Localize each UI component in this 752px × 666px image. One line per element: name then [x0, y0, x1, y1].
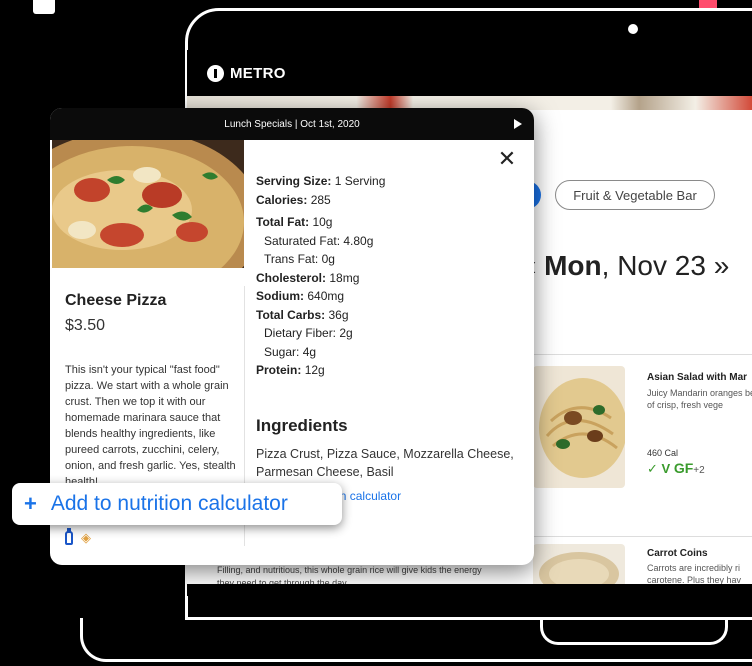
saturated-fat-row: Saturated Fat: 4.80g [264, 233, 374, 248]
sodium-value: 640mg [307, 289, 345, 303]
laptop-notch [540, 618, 728, 645]
total-fat-value: 10g [312, 215, 333, 229]
video-bar[interactable]: Lunch Specials | Oct 1st, 2020 [50, 108, 534, 140]
calories-value: 285 [310, 192, 331, 207]
camera-dot [628, 24, 638, 34]
cholesterol-row: Cholesterol: 18mg [256, 269, 385, 288]
calories-label: Calories: [256, 192, 308, 207]
cholesterol-label: Cholesterol: [256, 270, 327, 285]
protein-label: Protein: [256, 363, 302, 377]
play-icon[interactable] [514, 119, 522, 129]
pasta-image [533, 366, 625, 488]
vegetarian-icon: V [661, 461, 671, 476]
gluten-free-icon: GF [673, 460, 694, 476]
protein-row: Protein: 12g [256, 361, 385, 380]
nutrition-facts: Serving Size: 1 Serving Calories: 285 To… [256, 172, 385, 380]
serving-size-value: 1 Serving [334, 174, 386, 188]
app-header: METRO [187, 50, 752, 96]
item-price: $3.50 [65, 317, 106, 334]
more-badges-count: +2 [693, 465, 705, 476]
trans-fat-row: Trans Fat: 0g [264, 252, 335, 266]
card-calories: 460 Cal [647, 448, 679, 458]
filter-pill-fruit-vegetable-bar[interactable]: Fruit & Vegetable Bar [555, 180, 715, 210]
card-description: Juicy Mandarin oranges bed of crisp, fre… [647, 388, 752, 410]
wheat-icon: ◈ [81, 530, 91, 545]
screen-bottom-bar [187, 584, 752, 596]
ingredients-list: Pizza Crust, Pizza Sauce, Mozzarella Che… [256, 447, 514, 479]
carrot-icon: ✓ [647, 461, 658, 476]
video-title: Lunch Specials | Oct 1st, 2020 [224, 118, 360, 130]
date-navigator: ‹ Mon, Nov 23 » [527, 250, 729, 282]
item-name: Cheese Pizza [65, 292, 167, 309]
total-carbs-value: 36g [328, 307, 349, 322]
dietary-fiber-row: Dietary Fiber: 2g [264, 326, 353, 340]
date-rest: , Nov 23 [601, 250, 706, 281]
protein-value: 12g [304, 363, 325, 377]
app-logo-text[interactable]: METRO [230, 65, 286, 82]
next-date-button[interactable]: » [714, 250, 730, 281]
decorative-square [33, 0, 55, 14]
date-day: Mon [544, 250, 602, 281]
total-fat-row: Total Fat: 10g [256, 213, 385, 232]
plus-icon: + [24, 491, 37, 516]
total-fat-label: Total Fat: [256, 215, 310, 229]
serving-size-label: Serving Size: [256, 174, 332, 188]
sodium-row: Sodium: 640mg [256, 287, 385, 306]
item-description: This isn't your typical "fast food" pizz… [65, 364, 236, 484]
diet-badges: ✓ V GF+2 [647, 460, 705, 477]
calories-row: Calories: 285 [256, 191, 385, 210]
sugar-row: Sugar: 4g [264, 344, 317, 359]
cholesterol-value: 18mg [329, 270, 360, 285]
add-to-nutrition-calculator-button[interactable]: + Add to nutrition calculator [12, 483, 342, 525]
close-button[interactable]: ✕ [496, 148, 518, 170]
allergen-badges: ◈ [65, 528, 91, 546]
stage: METRO Fruit & Vegetable Bar ‹ Mon, Nov 2… [0, 0, 752, 666]
total-carbs-label: Total Carbs: [256, 307, 326, 322]
ingredients-heading: Ingredients [256, 416, 348, 435]
bottle-icon [65, 528, 73, 545]
serving-size-row: Serving Size: 1 Serving [256, 172, 385, 191]
total-carbs-row: Total Carbs: 36g [256, 306, 385, 325]
card-title[interactable]: Asian Salad with Mar [647, 372, 747, 383]
logo-icon [207, 64, 224, 82]
sodium-label: Sodium: [256, 289, 304, 303]
card-title[interactable]: Carrot Coins [647, 548, 708, 559]
add-to-nutrition-calculator-label: Add to nutrition calculator [50, 492, 288, 515]
pizza-image [52, 140, 244, 268]
